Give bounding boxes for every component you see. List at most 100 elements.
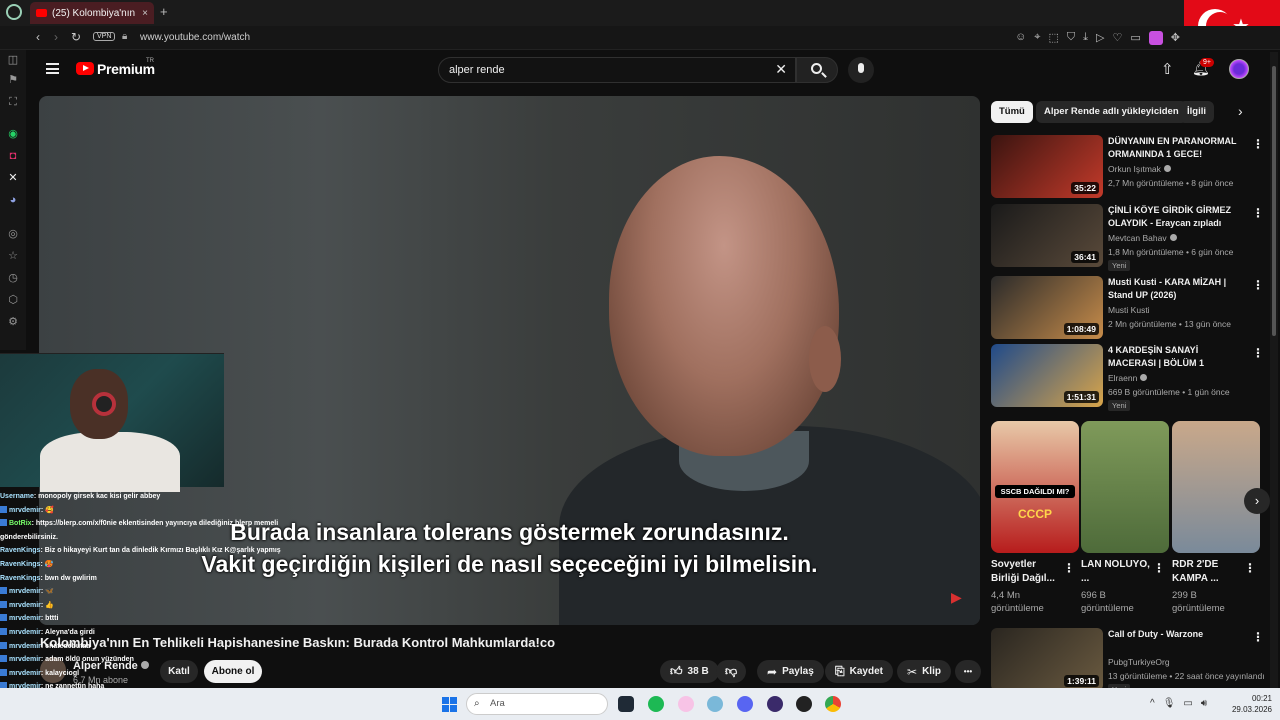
taskbar-search-input[interactable]: ⌕ Ara <box>466 693 608 715</box>
steam-icon[interactable] <box>796 696 812 712</box>
lock-icon[interactable]: 🔒︎ <box>122 31 127 42</box>
chip-related[interactable]: İlgili <box>1179 101 1214 123</box>
video-thumbnail[interactable]: 35:22 <box>991 135 1103 198</box>
video-thumbnail[interactable]: 36:41 <box>991 204 1103 267</box>
chips-next-icon[interactable]: › <box>1238 103 1243 119</box>
dislike-button[interactable]: 👎︎ <box>716 660 747 683</box>
microphone-tray-icon[interactable]: 🎙︎ <box>1163 698 1176 709</box>
chat-username[interactable]: mrvdemir <box>9 656 41 663</box>
recommended-video-title[interactable]: ÇİNLİ KÖYE GİRDİK GİRMEZ OLAYDIK - Erayc… <box>1108 204 1248 230</box>
recommended-video-title[interactable]: DÜNYANIN EN PARANORMAL ORMANINDA 1 GECE! <box>1108 135 1248 161</box>
discord-icon[interactable]: ◕ <box>7 194 19 206</box>
video-thumbnail[interactable]: 1:51:31 <box>991 344 1103 407</box>
chip-from-uploader[interactable]: Alper Rende adlı yükleyiciden <box>1036 101 1187 123</box>
screenshot-icon[interactable]: ⬚ <box>1049 31 1059 45</box>
chat-username[interactable]: RavenKings <box>0 575 40 582</box>
search-input[interactable]: alper rende ✕ <box>438 57 796 83</box>
shield-icon[interactable]: ⛉ <box>1067 31 1075 45</box>
windows-start-icon[interactable] <box>442 697 457 712</box>
tab-close-button[interactable]: × <box>142 8 148 19</box>
shorts-next-button[interactable]: › <box>1244 488 1270 514</box>
network-icon[interactable]: ▭ <box>1183 698 1192 709</box>
recommended-channel[interactable]: Musti Kusti <box>1108 305 1150 315</box>
scrollbar-thumb[interactable] <box>1272 66 1276 336</box>
clear-search-icon[interactable]: ✕ <box>775 61 787 78</box>
short-thumbnail[interactable]: SSCB DAĞILDI MI? CCCP <box>991 421 1079 553</box>
spotify-icon[interactable] <box>648 696 664 712</box>
more-actions-button[interactable]: ••• <box>955 660 981 683</box>
chat-username[interactable]: mrvdemir <box>9 670 41 677</box>
voice-search-button[interactable] <box>848 57 874 83</box>
like-button[interactable]: 👍︎ 38 B <box>660 660 719 683</box>
share-button[interactable]: ➦ Paylaş <box>757 660 824 683</box>
settings-icon[interactable]: ⚙ <box>7 316 19 328</box>
taskbar-clock[interactable]: 00:21 29.03.2026 <box>1226 693 1272 715</box>
recommended-video[interactable]: 1:51:31 4 KARDEŞİN SANAYİ MACERASI | BÖLÜ… <box>991 344 1264 411</box>
recommended-video[interactable]: 1:08:49 Musti Kusti - KARA MİZAH | Stand … <box>991 276 1264 342</box>
chat-username[interactable]: RavenKings <box>0 547 40 554</box>
short-title[interactable]: Sovyetler Birliği Dağıl... <box>991 558 1061 586</box>
video-thumbnail[interactable]: 1:08:49 <box>991 276 1103 339</box>
recommended-video-title[interactable]: Musti Kusti - KARA MİZAH | Stand UP (202… <box>1108 276 1248 302</box>
vpn-badge[interactable]: VPN <box>93 32 116 41</box>
instagram-icon[interactable]: ◘ <box>7 150 19 162</box>
obs-icon[interactable] <box>767 696 783 712</box>
short-title[interactable]: RDR 2'DE KAMPA ... <box>1172 558 1242 586</box>
upload-icon[interactable]: ⇧ <box>1161 60 1174 78</box>
emoji-icon[interactable]: ☺ <box>1015 31 1026 45</box>
more-options-icon[interactable]: ⋮ <box>1252 206 1264 220</box>
play-icon[interactable]: ▷ <box>1096 31 1104 45</box>
recommended-video[interactable]: 1:39:11 Call of Duty - Warzone PubgTurkiye… <box>991 628 1265 695</box>
discord-taskbar-icon[interactable] <box>737 696 753 712</box>
clip-button[interactable]: ✂ Klip <box>897 660 951 683</box>
short-thumbnail[interactable] <box>1081 421 1169 553</box>
recommended-channel[interactable]: Elraenn <box>1108 373 1148 383</box>
short-title[interactable]: LAN NOLUYO, ... <box>1081 558 1151 586</box>
recommended-channel[interactable]: PubgTurkiyeOrg <box>1108 657 1170 667</box>
forward-icon[interactable]: › <box>54 30 58 44</box>
save-button[interactable]: ⎘ Kaydet <box>825 660 893 683</box>
chat-username[interactable]: mrvdemir <box>9 602 41 609</box>
chat-username[interactable]: mrvdemir <box>9 643 41 650</box>
channel-watermark-icon[interactable]: ▶ <box>951 589 962 606</box>
chat-username[interactable]: mrvdemir <box>9 615 41 622</box>
app-pink-icon[interactable] <box>678 696 694 712</box>
crypto-wallet-icon[interactable]: ⛶ <box>7 96 19 108</box>
chat-username[interactable]: Username <box>0 493 34 500</box>
more-options-icon[interactable]: ⋮ <box>1244 561 1256 575</box>
wallet-icon[interactable]: ▭ <box>1130 31 1140 45</box>
download-icon[interactable]: ⤓ <box>1083 31 1088 45</box>
heart-icon[interactable]: ♡ <box>1113 31 1123 45</box>
browser-tab[interactable]: (25) Kolombiya'nın En Tehl × <box>30 2 154 24</box>
back-icon[interactable]: ‹ <box>36 30 40 44</box>
chrome-icon[interactable] <box>825 696 841 712</box>
x-twitter-icon[interactable]: ✕ <box>7 172 19 184</box>
url-field[interactable]: www.youtube.com/watch <box>140 32 250 43</box>
recommended-channel[interactable]: Orkun Işıtmak <box>1108 164 1171 174</box>
opera-logo-icon[interactable] <box>6 4 22 20</box>
search-button[interactable] <box>796 57 838 83</box>
messenger-icon[interactable]: ◫ <box>7 54 19 66</box>
pin-icon[interactable]: ⌖ <box>1034 31 1040 45</box>
menu-icon[interactable] <box>46 63 59 74</box>
chat-username[interactable]: RavenKings <box>0 561 40 568</box>
history-icon[interactable]: ◷ <box>7 272 19 284</box>
whatsapp-icon[interactable]: ◉ <box>7 128 19 140</box>
network-app-icon[interactable] <box>707 696 723 712</box>
extensions-icon[interactable]: ⬡ <box>7 294 19 306</box>
recommended-channel[interactable]: Mevtcan Bahav <box>1108 233 1177 243</box>
reload-icon[interactable]: ↻ <box>71 30 81 44</box>
puzzle-icon[interactable]: ✥ <box>1171 31 1180 45</box>
player-icon[interactable]: ◎ <box>7 228 19 240</box>
more-options-icon[interactable]: ⋮ <box>1252 278 1264 292</box>
more-options-icon[interactable]: ⋮ <box>1153 561 1165 575</box>
speaker-icon[interactable]: 🔊︎ <box>1201 698 1207 709</box>
flow-icon[interactable]: ⚑ <box>7 74 19 86</box>
new-tab-button[interactable]: + <box>160 4 168 19</box>
video-thumbnail[interactable]: 1:39:11 <box>991 628 1103 691</box>
recommended-video[interactable]: 35:22 DÜNYANIN EN PARANORMAL ORMANINDA 1 … <box>991 135 1264 201</box>
short-thumbnail[interactable] <box>1172 421 1260 553</box>
youtube-logo-icon[interactable] <box>76 62 94 75</box>
chat-username[interactable]: mrvdemir <box>9 507 41 514</box>
more-options-icon[interactable]: ⋮ <box>1252 137 1264 151</box>
